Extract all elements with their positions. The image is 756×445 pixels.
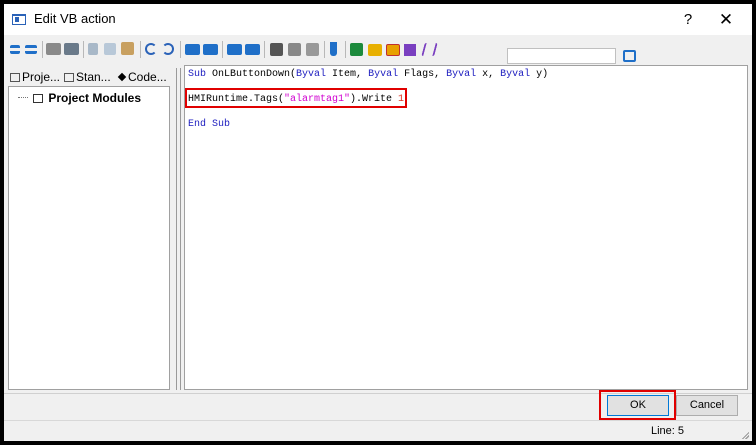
bookmark-icon[interactable] [330,42,337,56]
window-title: Edit VB action [34,11,116,26]
toolbar-separator [42,41,43,58]
find-icon[interactable] [270,43,283,56]
code-text: y) [530,69,549,80]
edit-vb-action-dialog: Edit VB action ? ✕ Proje... Stan... Code… [4,4,752,441]
toolbar-separator [222,41,223,58]
print-icon[interactable] [46,43,61,55]
code-line-3: End Sub [188,119,230,130]
copy-icon[interactable] [104,43,116,55]
comment-icon[interactable] [227,44,242,55]
module-icon [64,73,74,82]
font-icon[interactable] [404,44,416,56]
align-right-icon[interactable] [25,45,37,54]
tree-item-project-modules[interactable]: Project Modules [33,91,141,105]
keyword: End Sub [188,119,231,130]
toolbar-separator [264,41,265,58]
toolbar-separator [140,41,141,58]
align-left-icon[interactable] [10,45,20,54]
resize-grip[interactable] [741,431,749,439]
line-indicator: Line: 5 [651,425,685,437]
toolbar-separator [180,41,181,58]
code-text: OnLButtonDown( [206,69,297,80]
code-highlight-box [185,88,407,108]
tab-label: Code... [128,70,167,84]
toolbar-separator [324,41,325,58]
indent-icon[interactable] [185,44,200,55]
cancel-button[interactable]: Cancel [676,395,738,416]
module-icon [10,73,20,82]
cut-icon[interactable] [88,43,98,55]
project-tree: Project Modules [8,86,170,390]
toolbar-separator [345,41,346,58]
tab-code[interactable]: Code... [117,68,167,86]
code-text: Flags, [398,69,447,80]
replace-icon[interactable] [288,43,301,56]
object-icon[interactable] [386,44,400,56]
title-bar: Edit VB action ? ✕ [4,4,752,35]
syntax-check-icon[interactable] [350,43,363,56]
tab-project[interactable]: Proje... [10,68,60,86]
keyword: Byval [368,69,399,80]
uncomment-icon[interactable] [245,44,260,55]
module-icon [33,94,43,103]
tree-connector [18,97,28,99]
ok-highlight-box [599,390,676,420]
tree-item-label: Project Modules [48,91,142,105]
lambda-icon[interactable] [421,43,438,56]
keyword: Byval [500,69,531,80]
pane-splitter[interactable] [175,68,183,390]
keyword: Byval [446,69,477,80]
diamond-icon [117,72,127,82]
code-editor[interactable]: Sub OnLButtonDown(Byval Item, Byval Flag… [184,65,748,390]
code-text: x, [476,69,501,80]
toolbar-separator [83,41,84,58]
tab-standard[interactable]: Stan... [64,68,111,86]
redo-icon[interactable] [162,43,174,55]
keyword: Sub [188,69,207,80]
tab-label: Stan... [76,70,111,84]
tool-dropdown[interactable] [507,48,616,64]
undo-icon[interactable] [145,43,157,55]
code-line-1: Sub OnLButtonDown(Byval Item, Byval Flag… [188,69,548,80]
close-button[interactable]: ✕ [708,4,744,35]
status-bar: Line: 5 [4,420,752,441]
clock-icon[interactable] [623,50,636,62]
code-text: Item, [326,69,369,80]
keyword: Byval [296,69,327,80]
print-preview-icon[interactable] [64,43,79,55]
window-icon [12,14,26,25]
toolbar [4,37,752,64]
tab-label: Proje... [22,70,61,84]
tree-tabs: Proje... Stan... Code... [8,68,171,86]
goto-icon[interactable] [306,43,319,56]
help-button[interactable]: ? [670,4,706,35]
paste-icon[interactable] [121,42,134,55]
outdent-icon[interactable] [203,44,218,55]
tag-icon[interactable] [368,44,382,56]
